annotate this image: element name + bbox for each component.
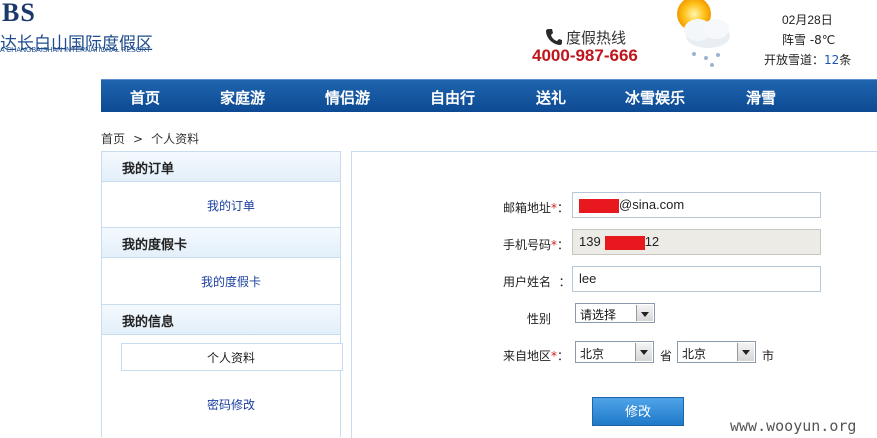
gender-select[interactable]: 请选择	[575, 303, 655, 323]
watermark: www.wooyun.org	[730, 417, 857, 435]
redaction-block	[604, 235, 645, 250]
nav-item-snow-fun[interactable]: 冰雪娱乐	[625, 87, 685, 108]
email-field[interactable]: @sina.com	[572, 192, 821, 218]
sidebar-heading-orders-label: 我的订单	[122, 162, 175, 177]
sidebar-heading-info: 我的信息	[102, 304, 340, 335]
phone-icon	[546, 29, 562, 45]
sidebar-heading-info-label: 我的信息	[122, 315, 175, 330]
sidebar-link-cards[interactable]: 我的度假卡	[201, 273, 261, 290]
name-label: 用户姓名 ：	[503, 273, 571, 290]
open-slopes-unit: 条	[839, 53, 852, 67]
nav-item-ski[interactable]: 滑雪	[746, 87, 776, 108]
nav-item-independent[interactable]: 自由行	[430, 87, 475, 108]
logo-en: A CHANGBAISHAN INTERNATIONAL RESORT	[0, 47, 151, 54]
label-colon: ：	[557, 238, 570, 252]
email-label: 邮箱地址*：	[503, 199, 569, 216]
sidebar-heading-orders: 我的订单	[102, 151, 340, 182]
name-label-text: 用户姓名	[503, 275, 552, 289]
phone-field-suffix: 12	[644, 234, 660, 249]
sidebar-heading-cards: 我的度假卡	[102, 227, 340, 258]
breadcrumb-separator: >	[133, 132, 144, 146]
city-select-value: 北京	[682, 347, 707, 361]
logo-text: BS	[2, 0, 36, 27]
phone-field-prefix: 139	[579, 234, 601, 249]
nav-item-family[interactable]: 家庭游	[220, 87, 265, 108]
sidebar-link-profile[interactable]: 个人资料	[207, 349, 255, 366]
province-select-value: 北京	[580, 347, 605, 361]
province-select[interactable]: 北京	[575, 341, 654, 363]
email-label-text: 邮箱地址	[503, 201, 552, 215]
redaction-block	[579, 198, 619, 213]
gender-label: 性别	[527, 312, 552, 326]
region-label: 来自地区*：	[503, 347, 569, 364]
sidebar-item-profile[interactable]: 个人资料	[121, 343, 343, 371]
hotline-number: 4000-987-666	[532, 46, 638, 65]
breadcrumb: 首页 > 个人资料	[101, 130, 199, 147]
breadcrumb-current: 个人资料	[151, 132, 200, 146]
weather-date: 02月28日	[782, 13, 833, 27]
chevron-down-icon	[737, 343, 754, 361]
nav-item-couple[interactable]: 情侣游	[325, 87, 370, 108]
nav-item-home[interactable]: 首页	[130, 87, 160, 108]
weather-snow-icon	[677, 0, 730, 67]
open-slopes-label: 开放雪道：	[764, 53, 825, 67]
label-colon: ：	[557, 201, 570, 215]
open-slopes-count: 12	[824, 53, 840, 67]
sidebar-heading-cards-label: 我的度假卡	[122, 238, 188, 253]
name-field[interactable]: lee	[572, 266, 821, 292]
email-field-value: @sina.com	[619, 197, 685, 212]
main-nav: 首页 家庭游 情侣游 自由行 送礼 冰雪娱乐 滑雪	[101, 79, 877, 112]
label-colon: ：	[557, 349, 570, 363]
hotline-label: 度假热线	[566, 29, 627, 47]
phone-field: 139 12	[572, 229, 821, 255]
gender-select-value: 请选择	[580, 308, 617, 322]
sidebar: 我的订单 我的订单 我的度假卡 我的度假卡 我的信息 个人资料 密码修改	[101, 151, 343, 437]
nav-item-gift[interactable]: 送礼	[536, 87, 566, 108]
breadcrumb-home[interactable]: 首页	[101, 132, 125, 146]
sidebar-link-password[interactable]: 密码修改	[207, 396, 255, 413]
chevron-down-icon	[635, 343, 652, 361]
weather-condition: 阵雪 -8℃	[782, 33, 836, 47]
region-label-text: 来自地区	[503, 349, 552, 363]
open-slopes: 开放雪道：12条	[764, 51, 851, 68]
chevron-down-icon	[636, 305, 653, 321]
sidebar-link-orders[interactable]: 我的订单	[207, 197, 255, 214]
submit-button[interactable]: 修改	[592, 397, 684, 426]
phone-label: 手机号码*：	[503, 236, 569, 253]
label-colon: ：	[558, 275, 571, 289]
phone-label-text: 手机号码	[503, 238, 552, 252]
city-select[interactable]: 北京	[677, 341, 756, 363]
province-unit: 省	[660, 349, 673, 363]
city-unit: 市	[762, 349, 775, 363]
